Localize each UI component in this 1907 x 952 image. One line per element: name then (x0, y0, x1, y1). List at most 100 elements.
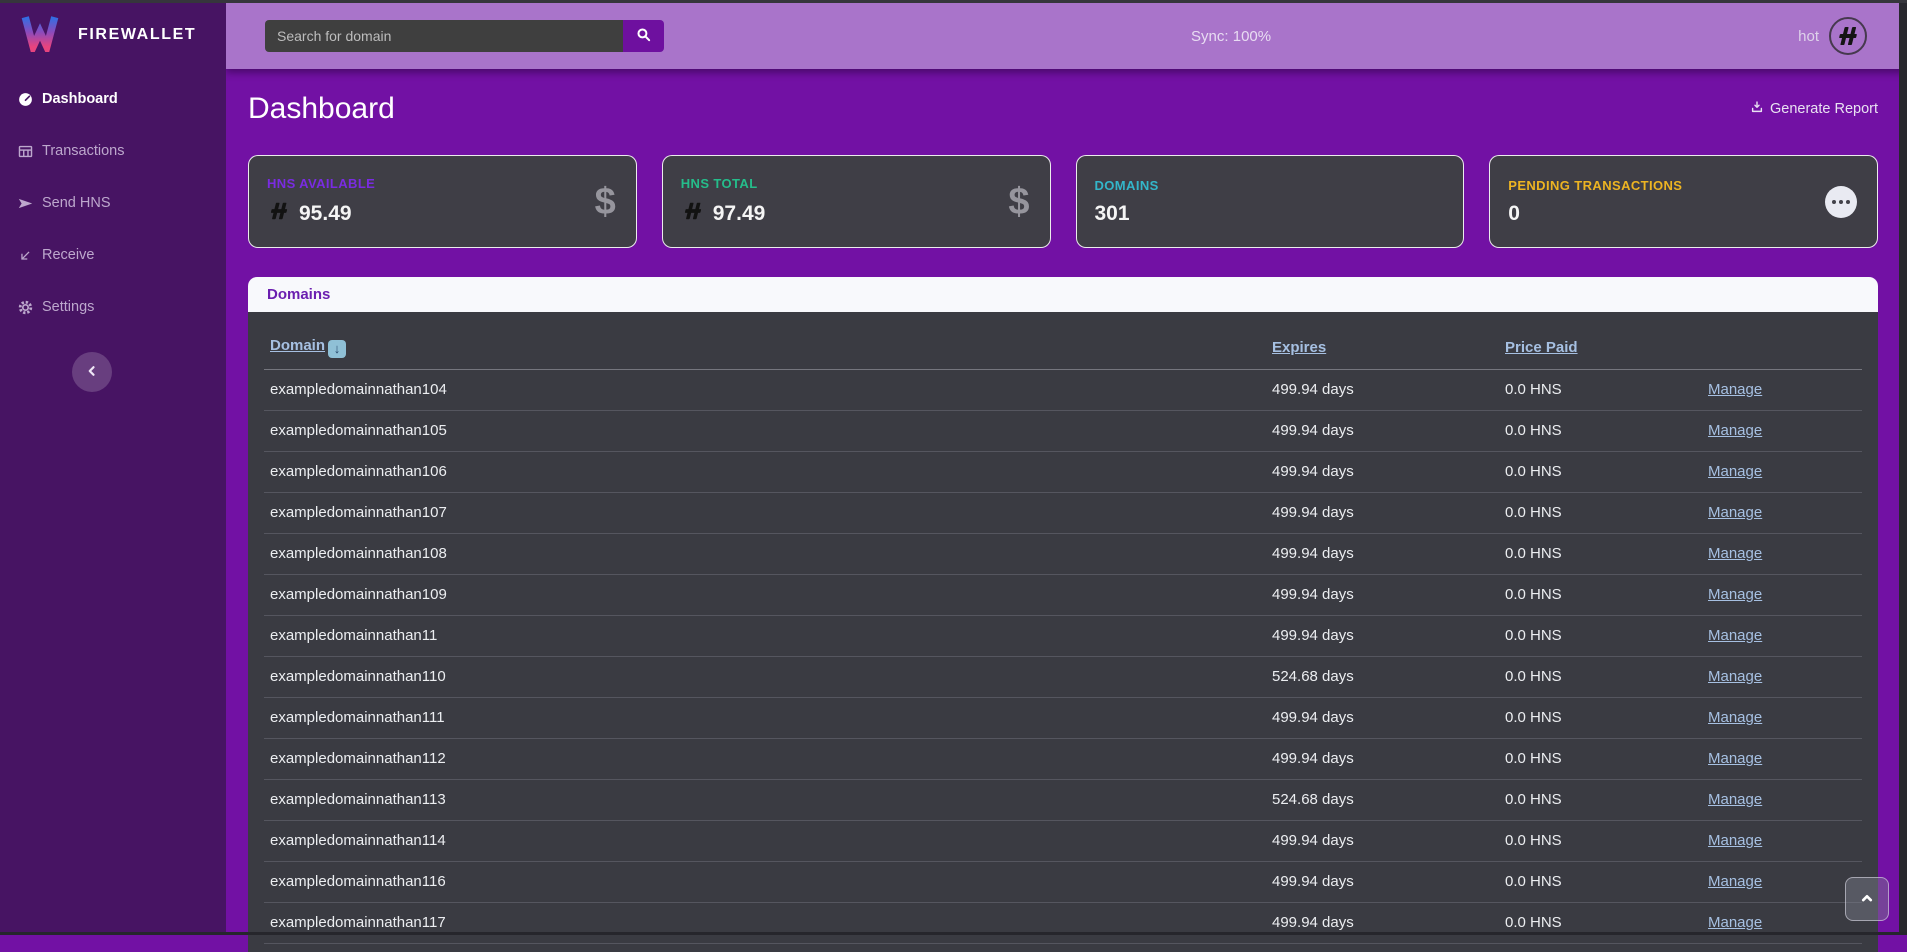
table-row: exampledomainnathan117 499.94 days 0.0 H… (264, 903, 1862, 944)
window-top-edge (0, 0, 1907, 3)
manage-link[interactable]: Manage (1708, 791, 1762, 808)
handshake-logo-icon[interactable] (1829, 17, 1867, 55)
manage-link[interactable]: Manage (1708, 627, 1762, 644)
expires-cell: 499.94 days (1272, 914, 1505, 931)
send-icon (16, 195, 34, 212)
sidebar-item-dashboard[interactable]: Dashboard (0, 73, 226, 125)
expires-cell: 499.94 days (1272, 709, 1505, 726)
expires-cell: 499.94 days (1272, 545, 1505, 562)
expires-cell: 524.68 days (1272, 668, 1505, 685)
search-button[interactable] (623, 20, 664, 52)
dollar-sign-icon: $ (595, 183, 616, 221)
manage-link[interactable]: Manage (1708, 832, 1762, 849)
table-row: exampledomainnathan107 499.94 days 0.0 H… (264, 493, 1862, 534)
price-cell: 0.0 HNS (1505, 627, 1708, 644)
ellipsis-menu-button[interactable] (1825, 186, 1857, 218)
sidebar-item-label: Dashboard (42, 91, 118, 107)
price-cell: 0.0 HNS (1505, 381, 1708, 398)
price-cell: 0.0 HNS (1505, 668, 1708, 685)
hns-logo-icon (681, 200, 705, 228)
card-hns-total: HNS TOTAL 97.49 $ (662, 155, 1051, 248)
ellipsis-icon (1832, 200, 1836, 204)
chevron-left-icon (83, 362, 101, 383)
column-header-expires[interactable]: Expires (1272, 339, 1326, 356)
table-row: exampledomainnathan109 499.94 days 0.0 H… (264, 575, 1862, 616)
manage-link[interactable]: Manage (1708, 381, 1762, 398)
card-value: 95.49 (267, 200, 375, 228)
brand[interactable]: FIREWALLET (0, 3, 226, 67)
table-row: exampledomainnathan111 499.94 days 0.0 H… (264, 698, 1862, 739)
hns-logo-icon (267, 200, 291, 228)
manage-link[interactable]: Manage (1708, 668, 1762, 685)
expires-cell: 499.94 days (1272, 873, 1505, 890)
expires-cell: 499.94 days (1272, 422, 1505, 439)
manage-link[interactable]: Manage (1708, 914, 1762, 931)
page-title: Dashboard (248, 92, 395, 126)
domain-cell: exampledomainnathan111 (264, 709, 1272, 726)
sidebar: FIREWALLET Dashboard Transactions (0, 0, 226, 935)
price-cell: 0.0 HNS (1505, 463, 1708, 480)
search-input[interactable] (265, 20, 623, 52)
price-cell: 0.0 HNS (1505, 545, 1708, 562)
window-right-edge (1899, 0, 1907, 935)
wallet-indicator: hot (1798, 17, 1867, 55)
table-row: exampledomainnathan105 499.94 days 0.0 H… (264, 411, 1862, 452)
price-cell: 0.0 HNS (1505, 709, 1708, 726)
search-icon (635, 26, 652, 46)
manage-link[interactable]: Manage (1708, 586, 1762, 603)
domain-cell: exampledomainnathan113 (264, 791, 1272, 808)
column-header-price-paid[interactable]: Price Paid (1505, 339, 1578, 356)
manage-link[interactable]: Manage (1708, 873, 1762, 890)
chevron-up-icon (1857, 888, 1877, 911)
domain-search (265, 20, 664, 52)
expires-cell: 499.94 days (1272, 504, 1505, 521)
sidebar-item-settings[interactable]: Settings (0, 281, 226, 333)
domain-cell: exampledomainnathan109 (264, 586, 1272, 603)
manage-link[interactable]: Manage (1708, 504, 1762, 521)
domain-cell: exampledomainnathan116 (264, 873, 1272, 890)
manage-link[interactable]: Manage (1708, 750, 1762, 767)
sidebar-item-transactions[interactable]: Transactions (0, 125, 226, 177)
sidebar-item-receive[interactable]: Receive (0, 229, 226, 281)
table-row: exampledomainnathan106 499.94 days 0.0 H… (264, 452, 1862, 493)
card-label: PENDING TRANSACTIONS (1508, 178, 1682, 193)
generate-report-button[interactable]: Generate Report (1750, 100, 1878, 118)
table-row: exampledomainnathan104 499.94 days 0.0 H… (264, 370, 1862, 411)
price-cell: 0.0 HNS (1505, 750, 1708, 767)
column-header-domain[interactable]: Domain↓ (264, 337, 346, 358)
price-cell: 0.0 HNS (1505, 873, 1708, 890)
sidebar-item-label: Receive (42, 247, 94, 263)
manage-link[interactable]: Manage (1708, 709, 1762, 726)
domains-panel-title: Domains (267, 286, 330, 303)
sidebar-item-label: Transactions (42, 143, 124, 159)
expires-cell: 499.94 days (1272, 627, 1505, 644)
main-content: Dashboard Generate Report HNS AVAILABLE (226, 69, 1899, 935)
card-value: 97.49 (681, 200, 766, 228)
sidebar-item-send-hns[interactable]: Send HNS (0, 177, 226, 229)
sidebar-nav: Dashboard Transactions Send HNS (0, 67, 226, 333)
domain-cell: exampledomainnathan110 (264, 668, 1272, 685)
price-cell: 0.0 HNS (1505, 914, 1708, 931)
domains-panel-body: Domain↓ Expires Price Paid exampledomain… (248, 312, 1878, 952)
scroll-to-top-button[interactable] (1845, 877, 1889, 921)
manage-link[interactable]: Manage (1708, 422, 1762, 439)
domain-cell: exampledomainnathan106 (264, 463, 1272, 480)
table-row: exampledomainnathan116 499.94 days 0.0 H… (264, 862, 1862, 903)
sidebar-collapse-button[interactable] (72, 352, 112, 392)
table-row: exampledomainnathan114 499.94 days 0.0 H… (264, 821, 1862, 862)
manage-link[interactable]: Manage (1708, 463, 1762, 480)
price-cell: 0.0 HNS (1505, 832, 1708, 849)
manage-link[interactable]: Manage (1708, 545, 1762, 562)
table-icon (16, 143, 34, 160)
domain-cell: exampledomainnathan104 (264, 381, 1272, 398)
domains-table-body: exampledomainnathan104 499.94 days 0.0 H… (264, 370, 1862, 944)
receive-arrow-icon (16, 247, 34, 264)
card-pending-transactions: PENDING TRANSACTIONS 0 (1489, 155, 1878, 248)
price-cell: 0.0 HNS (1505, 504, 1708, 521)
sidebar-item-label: Settings (42, 299, 94, 315)
expires-cell: 499.94 days (1272, 750, 1505, 767)
card-domains: DOMAINS 301 (1076, 155, 1465, 248)
domains-table-header: Domain↓ Expires Price Paid (264, 312, 1862, 370)
domains-panel-header: Domains (248, 277, 1878, 312)
expires-cell: 499.94 days (1272, 832, 1505, 849)
